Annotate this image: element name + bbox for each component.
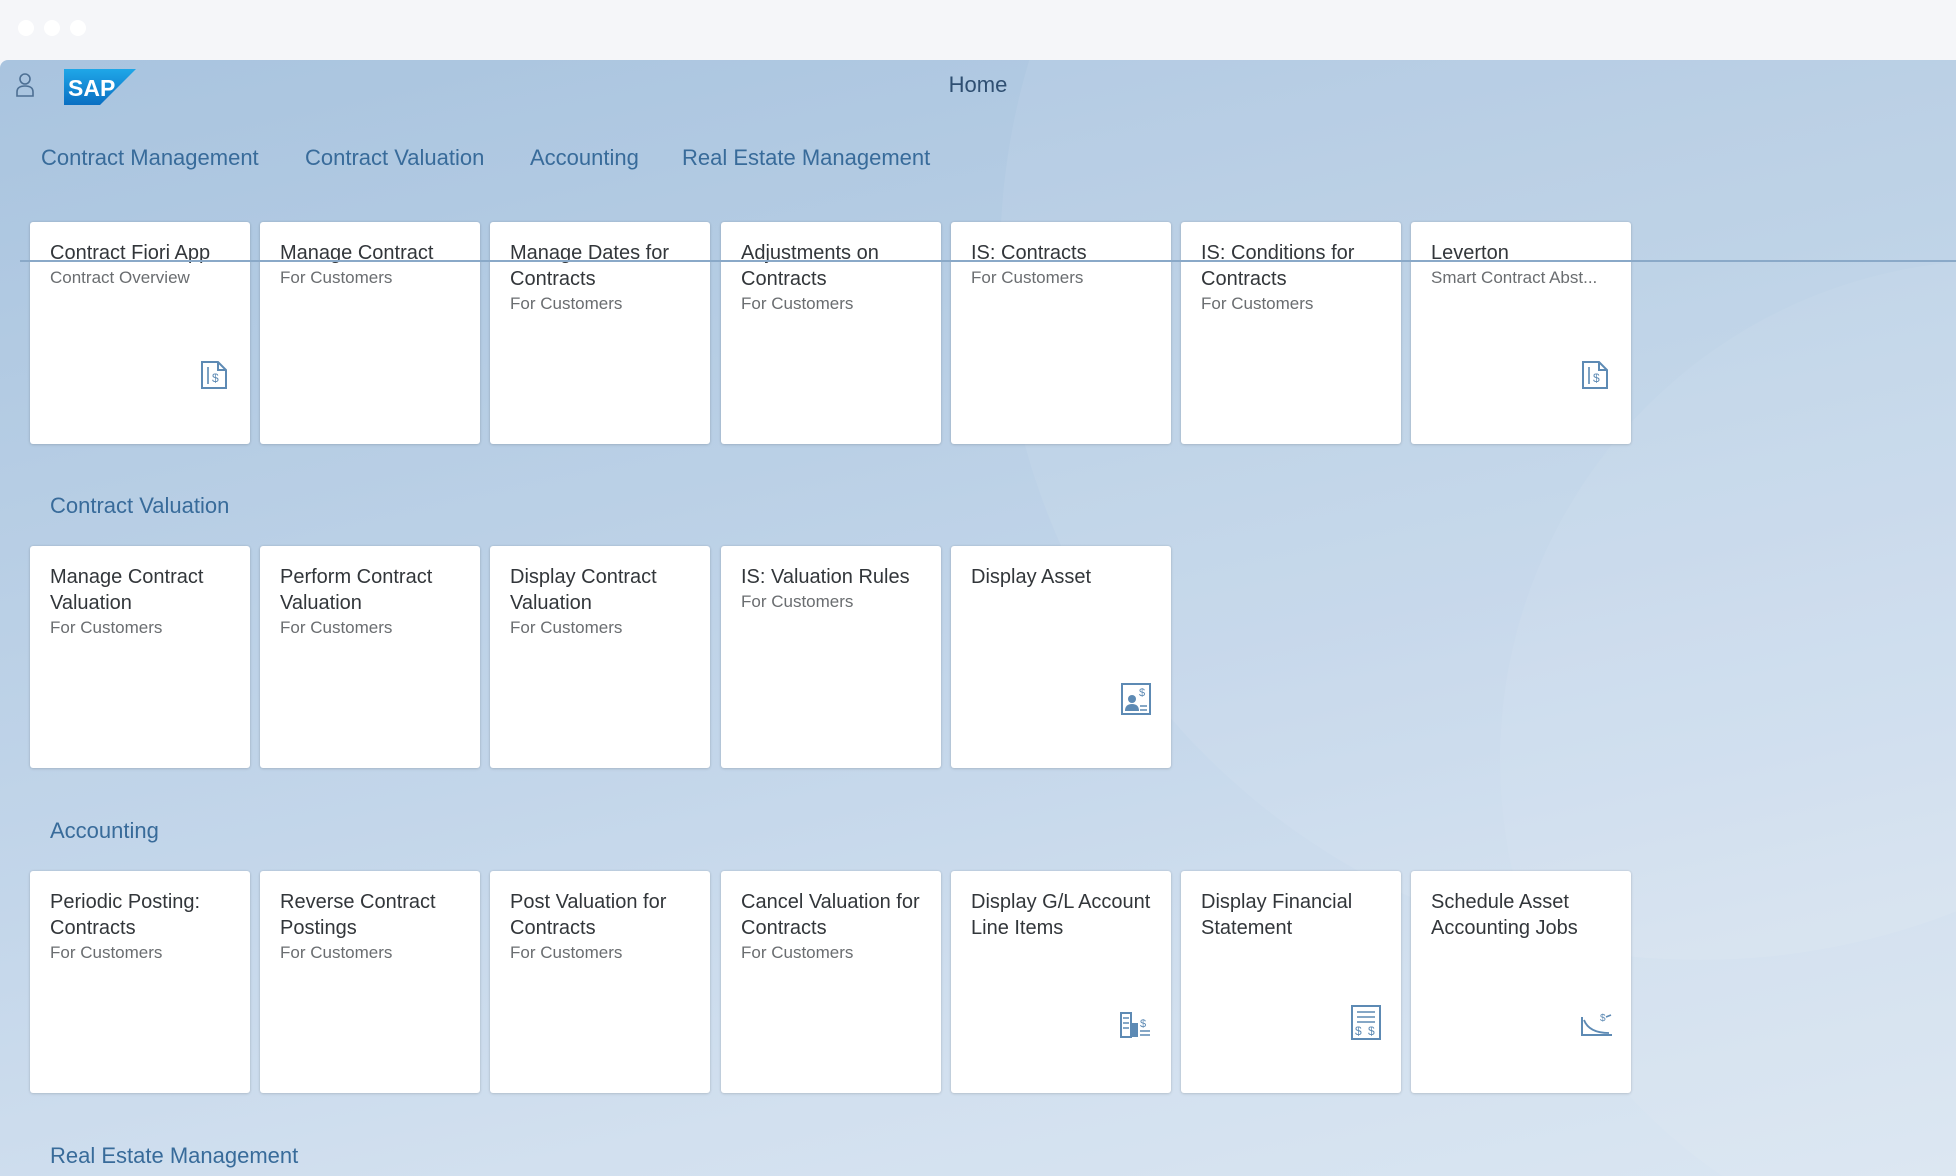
tile-title: IS: Valuation Rules xyxy=(741,566,910,588)
contract-document-icon: $ xyxy=(198,354,232,392)
tile-subtitle: For Customers xyxy=(741,592,854,611)
contract-document-icon: $ xyxy=(1579,354,1613,392)
tile-subtitle: For Customers xyxy=(510,618,623,637)
tile-reverse-contract-postings[interactable]: Reverse Contract Postings For Customers xyxy=(260,871,480,1093)
tile-cancel-valuation-for-contracts[interactable]: Cancel Valuation for Contracts For Custo… xyxy=(721,871,941,1093)
window-maximize-icon[interactable] xyxy=(70,20,86,36)
tile-title: Reverse Contract Postings xyxy=(280,891,436,939)
tile-subtitle: For Customers xyxy=(280,943,393,962)
tile-is-valuation-rules[interactable]: IS: Valuation Rules For Customers xyxy=(721,546,941,768)
tile-title: Perform Contract Valuation xyxy=(280,566,433,614)
tile-display-gl-account-line-items[interactable]: Display G/L Account Line Items $ xyxy=(951,871,1171,1093)
tile-subtitle: For Customers xyxy=(510,294,623,313)
svg-text:$: $ xyxy=(1600,1013,1606,1024)
section-title-contract-valuation: Contract Valuation xyxy=(50,493,230,518)
tile-subtitle: For Customers xyxy=(280,618,393,637)
shell-title: Home xyxy=(948,72,1008,97)
tile-subtitle: For Customers xyxy=(1201,294,1314,313)
tile-subtitle: For Customers xyxy=(280,268,393,287)
window-minimize-icon[interactable] xyxy=(44,20,60,36)
tile-title: Post Valuation for Contracts xyxy=(510,891,667,939)
anchor-navigation-bar: Contract Management Contract Valuation A… xyxy=(20,145,1956,262)
tile-subtitle: Smart Contract Abst... xyxy=(1431,268,1598,287)
tile-periodic-posting-contracts[interactable]: Periodic Posting: Contracts For Customer… xyxy=(30,871,250,1093)
window-close-icon[interactable] xyxy=(18,20,34,36)
section-title-accounting: Accounting xyxy=(50,818,159,843)
tile-title: Manage Contract Valuation xyxy=(50,566,204,614)
tile-title: Periodic Posting: Contracts xyxy=(50,891,201,939)
svg-text:$: $ xyxy=(212,371,219,385)
svg-text:$: $ xyxy=(1355,1024,1362,1038)
tab-accounting[interactable]: Accounting xyxy=(530,145,639,197)
depreciation-chart-icon: $ xyxy=(1579,1003,1613,1041)
tile-display-asset[interactable]: Display Asset $ xyxy=(951,546,1171,768)
tile-subtitle: For Customers xyxy=(971,268,1084,287)
tab-contract-management[interactable]: Contract Management xyxy=(41,145,259,197)
svg-text:$: $ xyxy=(1140,1018,1146,1030)
tile-title: Schedule Asset Accounting Jobs xyxy=(1431,891,1578,939)
fiori-launchpad: SAP Home Contract Management Contract Va… xyxy=(0,60,1956,1176)
asset-card-icon: $ xyxy=(1119,678,1153,716)
tile-subtitle: Contract Overview xyxy=(50,268,190,287)
tile-schedule-asset-accounting-jobs[interactable]: Schedule Asset Accounting Jobs $ xyxy=(1411,871,1631,1093)
tile-title: Display Contract Valuation xyxy=(510,566,657,614)
svg-text:$: $ xyxy=(1139,687,1145,699)
shell-header: SAP Home xyxy=(0,60,1956,110)
tile-title: Display G/L Account Line Items xyxy=(971,891,1151,939)
section-title-real-estate-management: Real Estate Management xyxy=(50,1143,299,1168)
tile-post-valuation-for-contracts[interactable]: Post Valuation for Contracts For Custome… xyxy=(490,871,710,1093)
ledger-icon: $ xyxy=(1119,1003,1153,1041)
tile-subtitle: For Customers xyxy=(741,294,854,313)
tile-subtitle: For Customers xyxy=(741,943,854,962)
tile-title: Display Financial Statement xyxy=(1201,891,1353,939)
tile-perform-contract-valuation[interactable]: Perform Contract Valuation For Customers xyxy=(260,546,480,768)
tile-title: Display Asset xyxy=(971,566,1092,588)
tile-display-financial-statement[interactable]: Display Financial Statement $ $ xyxy=(1181,871,1401,1093)
tile-subtitle: For Customers xyxy=(50,943,163,962)
tile-manage-contract-valuation[interactable]: Manage Contract Valuation For Customers xyxy=(30,546,250,768)
tile-subtitle: For Customers xyxy=(50,618,163,637)
tile-subtitle: For Customers xyxy=(510,943,623,962)
financial-statement-icon: $ $ xyxy=(1349,1003,1383,1041)
tile-title: Cancel Valuation for Contracts xyxy=(741,891,920,939)
tile-display-contract-valuation[interactable]: Display Contract Valuation For Customers xyxy=(490,546,710,768)
tab-real-estate-management[interactable]: Real Estate Management xyxy=(682,145,930,197)
tab-contract-valuation[interactable]: Contract Valuation xyxy=(305,145,484,197)
svg-text:$: $ xyxy=(1368,1024,1375,1038)
svg-text:$: $ xyxy=(1593,371,1600,385)
window-title-bar xyxy=(0,0,1956,60)
